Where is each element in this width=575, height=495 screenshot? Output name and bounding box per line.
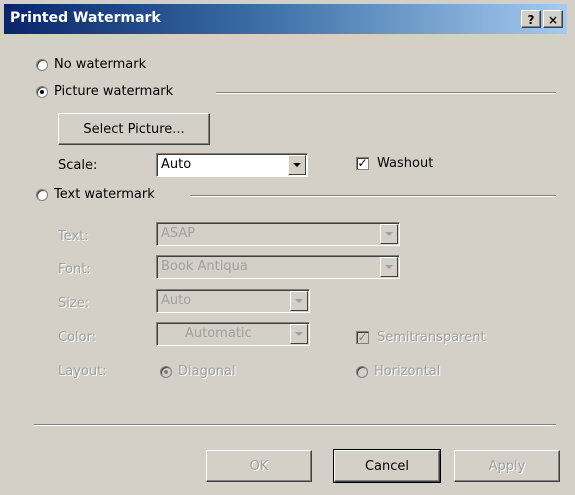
font-select[interactable]: Book Antiqua <box>156 255 400 279</box>
diagonal-option[interactable]: Diagonal <box>160 364 236 379</box>
text-watermark-option[interactable]: Text watermark <box>36 187 155 202</box>
dialog-title: Printed Watermark <box>10 10 161 26</box>
picture-watermark-radio[interactable] <box>36 85 48 98</box>
text-select[interactable]: ASAP <box>156 222 400 246</box>
no-watermark-label: No watermark <box>54 57 147 72</box>
close-button[interactable]: × <box>543 10 563 28</box>
select-picture-button[interactable]: Select Picture... <box>58 113 210 145</box>
chevron-down-icon[interactable] <box>290 324 308 344</box>
help-button[interactable]: ? <box>521 10 541 28</box>
apply-button[interactable]: Apply <box>454 450 560 482</box>
chevron-down-icon[interactable] <box>288 155 306 175</box>
washout-checkbox[interactable]: ✓ <box>356 157 369 170</box>
chevron-down-icon[interactable] <box>380 257 398 277</box>
text-watermark-label: Text watermark <box>54 187 155 202</box>
picture-watermark-option[interactable]: Picture watermark <box>36 84 173 99</box>
text-value: ASAP <box>161 226 196 241</box>
printed-watermark-dialog: Printed Watermark ? × No watermark Pictu… <box>0 0 575 495</box>
horizontal-label: Horizontal <box>374 364 441 379</box>
layout-label: Layout: <box>58 364 107 379</box>
scale-label: Scale: <box>58 158 98 173</box>
chevron-down-icon[interactable] <box>380 224 398 244</box>
text-watermark-radio[interactable] <box>36 188 48 201</box>
color-value: Automatic <box>185 326 252 341</box>
bottom-divider <box>34 424 556 426</box>
scale-value: Auto <box>161 157 192 172</box>
semitransparent-label: Semitransparent <box>377 330 486 345</box>
size-value: Auto <box>161 293 192 308</box>
picture-group-divider <box>216 92 556 94</box>
font-value: Book Antiqua <box>161 259 248 274</box>
scale-select[interactable]: Auto <box>156 153 308 177</box>
text-label: Text: <box>58 229 89 244</box>
size-label: Size: <box>58 296 90 311</box>
semitransparent-option[interactable]: ✓ Semitransparent <box>356 330 486 345</box>
washout-label: Washout <box>377 156 434 171</box>
no-watermark-radio[interactable] <box>36 58 48 71</box>
cancel-button[interactable]: Cancel <box>333 449 441 483</box>
diagonal-label: Diagonal <box>178 364 236 379</box>
horizontal-radio[interactable] <box>356 365 368 378</box>
font-label: Font: <box>58 262 91 277</box>
ok-button[interactable]: OK <box>206 450 312 482</box>
color-select[interactable]: Automatic <box>156 322 310 346</box>
washout-option[interactable]: ✓ Washout <box>356 156 433 171</box>
chevron-down-icon[interactable] <box>290 291 308 311</box>
picture-watermark-label: Picture watermark <box>54 84 174 99</box>
horizontal-option[interactable]: Horizontal <box>356 364 440 379</box>
semitransparent-checkbox[interactable]: ✓ <box>356 331 369 344</box>
color-label: Color: <box>58 330 97 345</box>
text-group-divider <box>190 195 556 197</box>
diagonal-radio[interactable] <box>160 365 172 378</box>
size-select[interactable]: Auto <box>156 289 310 313</box>
no-watermark-option[interactable]: No watermark <box>36 57 146 72</box>
title-bar: Printed Watermark ? × <box>4 4 567 34</box>
